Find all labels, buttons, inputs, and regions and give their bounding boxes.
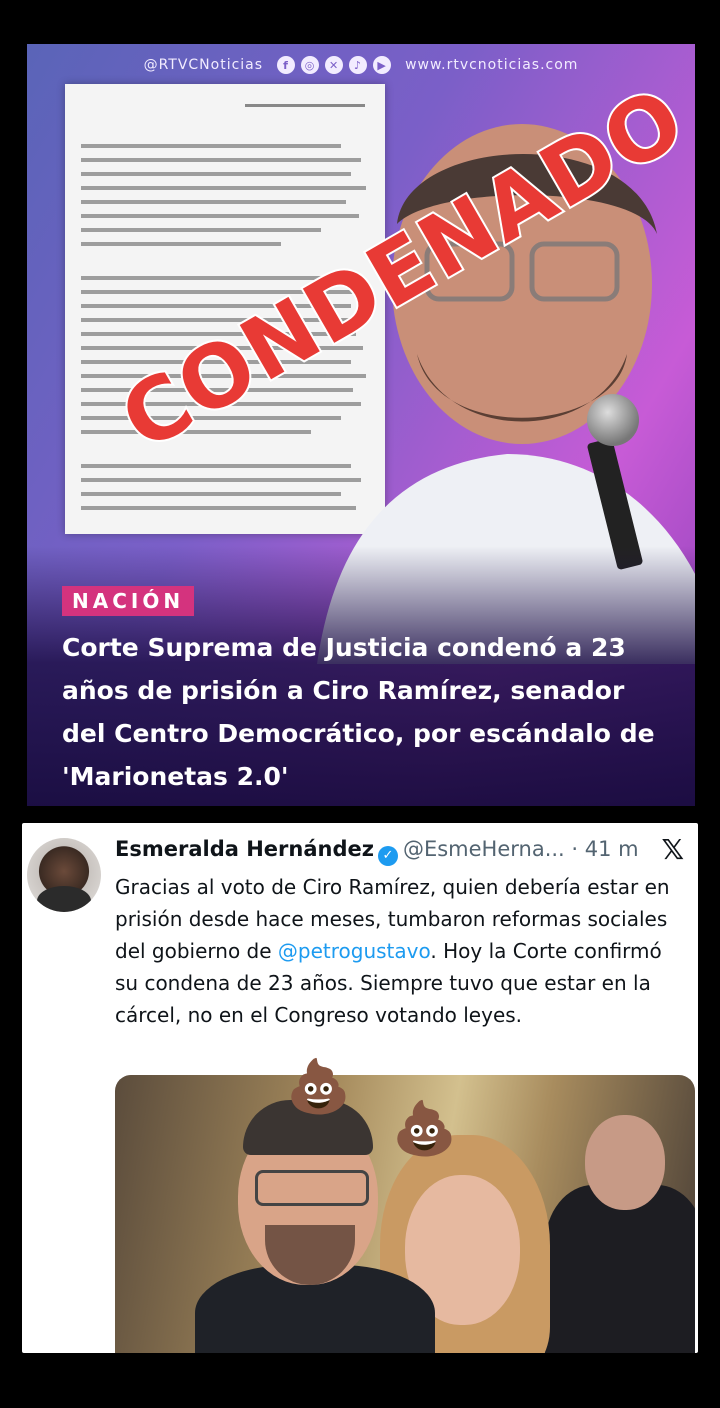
x-icon: ✕ bbox=[325, 56, 344, 74]
brand-handle: @RTVCNoticias bbox=[143, 57, 264, 73]
youtube-icon: ▶ bbox=[373, 56, 392, 74]
tweet-header: Esmeralda Hernández ✓ @EsmeHerna... · 41 m bbox=[115, 837, 639, 866]
x-logo-icon: 𝕏 bbox=[661, 833, 684, 866]
author-handle[interactable]: @EsmeHerna... bbox=[403, 837, 565, 861]
news-topbar: @RTVCNoticias f ◎ ✕ ♪ ▶ www.rtvcnoticias… bbox=[27, 44, 695, 86]
separator-dot: · bbox=[571, 837, 579, 861]
section-badge: NACIÓN bbox=[62, 586, 195, 616]
social-icons: f ◎ ✕ ♪ ▶ bbox=[277, 56, 392, 74]
facebook-icon: f bbox=[277, 56, 296, 74]
tiktok-icon: ♪ bbox=[349, 56, 368, 74]
mention-link[interactable]: @petrogustavo bbox=[278, 939, 430, 963]
microphone-icon bbox=[587, 394, 639, 446]
poop-emoji-icon: 💩 bbox=[392, 1099, 457, 1159]
background-person bbox=[545, 1185, 695, 1353]
poop-emoji-icon: 💩 bbox=[286, 1057, 351, 1117]
glasses bbox=[255, 1170, 369, 1206]
website-url: www.rtvcnoticias.com bbox=[405, 57, 579, 73]
verified-badge-icon: ✓ bbox=[377, 846, 398, 866]
news-card: @RTVCNoticias f ◎ ✕ ♪ ▶ www.rtvcnoticias… bbox=[27, 44, 695, 806]
news-headline: Corte Suprema de Justicia condenó a 23 a… bbox=[62, 633, 655, 791]
avatar[interactable] bbox=[27, 838, 101, 912]
tweet-timestamp[interactable]: 41 m bbox=[585, 837, 639, 861]
author-name[interactable]: Esmeralda Hernández bbox=[115, 837, 374, 861]
instagram-icon: ◎ bbox=[301, 56, 320, 74]
tweet-text: Gracias al voto de Ciro Ramírez, quien d… bbox=[115, 871, 685, 1031]
tweet-card[interactable]: Esmeralda Hernández ✓ @EsmeHerna... · 41 m… bbox=[22, 823, 698, 1353]
